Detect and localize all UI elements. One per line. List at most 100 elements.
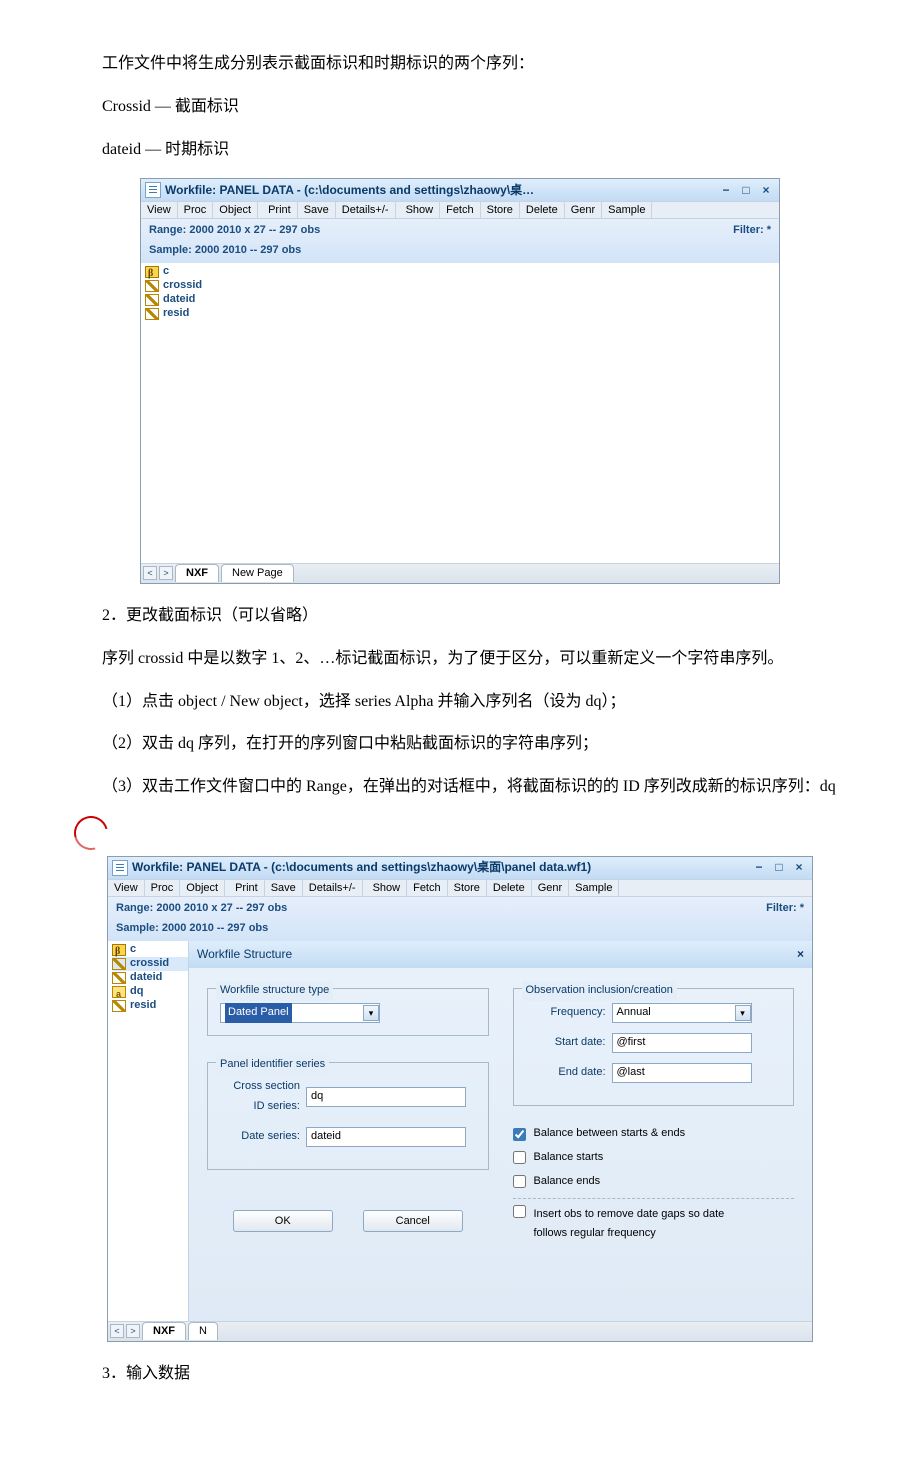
- toolbar-save[interactable]: Save: [265, 880, 303, 896]
- chevron-down-icon[interactable]: ▾: [363, 1005, 379, 1021]
- toolbar-genr[interactable]: Genr: [532, 880, 569, 896]
- workfile-toolbar: View Proc Object Print Save Details+/- S…: [141, 201, 779, 219]
- tab-active[interactable]: NXF: [175, 564, 219, 582]
- paragraph: 工作文件中将生成分别表示截面标识和时期标识的两个序列：: [70, 50, 850, 79]
- minimize-button[interactable]: −: [750, 860, 768, 876]
- toolbar-delete[interactable]: Delete: [520, 202, 565, 218]
- tab-prev[interactable]: <: [110, 1324, 124, 1338]
- checkbox-balance-starts[interactable]: Balance starts: [513, 1148, 795, 1168]
- tab-new-page[interactable]: New Page: [221, 564, 294, 582]
- toolbar-genr[interactable]: Genr: [565, 202, 602, 218]
- toolbar-details[interactable]: Details+/-: [303, 880, 363, 896]
- checkbox-icon[interactable]: [513, 1151, 526, 1164]
- window-title: Workfile: PANEL DATA - (c:\documents and…: [132, 857, 591, 879]
- group-observation: Observation inclusion/creation Frequency…: [513, 988, 795, 1106]
- filter-text: Filter: *: [733, 221, 771, 261]
- toolbar-proc[interactable]: Proc: [145, 880, 181, 896]
- toolbar-print[interactable]: Print: [262, 202, 298, 218]
- sample-text: Sample: 2000 2010 -- 297 obs: [149, 241, 320, 261]
- series-icon: [112, 972, 126, 984]
- paragraph: （1）点击 object / New object，选择 series Alph…: [70, 688, 850, 717]
- combo-structure-type[interactable]: Dated Panel ▾: [220, 1003, 380, 1023]
- checkbox-icon[interactable]: [513, 1128, 526, 1141]
- checkbox-balance-ends[interactable]: Balance ends: [513, 1172, 795, 1192]
- paragraph: dateid — 时期标识: [70, 136, 850, 165]
- range-bar[interactable]: Range: 2000 2010 x 27 -- 297 obs Sample:…: [141, 219, 779, 263]
- paragraph: （2）双击 dq 序列，在打开的序列窗口中粘贴截面标识的字符串序列；: [70, 730, 850, 759]
- paragraph: 3．输入数据: [70, 1360, 850, 1389]
- paragraph: （3）双击工作文件窗口中的 Range，在弹出的对话框中，将截面标识的的 ID …: [70, 773, 850, 802]
- date-series-input[interactable]: dateid: [306, 1127, 466, 1147]
- workfile-window-2: Workfile: PANEL DATA - (c:\documents and…: [107, 856, 813, 1342]
- start-date-input[interactable]: @first: [612, 1033, 752, 1053]
- toolbar-sample[interactable]: Sample: [569, 880, 619, 896]
- checkbox-icon[interactable]: [513, 1175, 526, 1188]
- maximize-button[interactable]: □: [737, 182, 755, 198]
- toolbar-object[interactable]: Object: [213, 202, 258, 218]
- window-titlebar: Workfile: PANEL DATA - (c:\documents and…: [108, 857, 812, 879]
- paragraph: 序列 crossid 中是以数字 1、2、…标记截面标识，为了便于区分，可以重新…: [70, 645, 850, 674]
- cancel-button[interactable]: Cancel: [363, 1210, 463, 1232]
- object-crossid[interactable]: crossid: [145, 279, 775, 293]
- close-button[interactable]: ×: [757, 182, 775, 198]
- combo-value: Dated Panel: [225, 1003, 292, 1023]
- tab-prev[interactable]: <: [143, 566, 157, 580]
- range-text: Range: 2000 2010 x 27 -- 297 obs: [149, 221, 320, 241]
- toolbar-object[interactable]: Object: [180, 880, 225, 896]
- checkbox-insert-obs[interactable]: Insert obs to remove date gaps so date f…: [513, 1205, 795, 1245]
- group-legend: Observation inclusion/creation: [522, 981, 677, 1001]
- chevron-down-icon[interactable]: ▾: [735, 1005, 751, 1021]
- window-titlebar: Workfile: PANEL DATA - (c:\documents and…: [141, 179, 779, 201]
- toolbar-show[interactable]: Show: [367, 880, 408, 896]
- end-date-input[interactable]: @last: [612, 1063, 752, 1083]
- combo-frequency[interactable]: Annual ▾: [612, 1003, 752, 1023]
- checkbox-label: Balance starts: [534, 1148, 604, 1168]
- toolbar-fetch[interactable]: Fetch: [407, 880, 448, 896]
- tab-strip: < > NXF New Page: [141, 563, 779, 583]
- sample-text: Sample: 2000 2010 -- 297 obs: [116, 919, 287, 939]
- range-bar[interactable]: Range: 2000 2010 x 27 -- 297 obs Sample:…: [108, 897, 812, 941]
- checkbox-balance-between[interactable]: Balance between starts & ends: [513, 1124, 795, 1144]
- toolbar-view[interactable]: View: [108, 880, 145, 896]
- divider: [513, 1198, 795, 1199]
- object-c[interactable]: c: [145, 265, 775, 279]
- series-icon: [145, 294, 159, 306]
- tab-active[interactable]: NXF: [142, 1322, 186, 1340]
- maximize-button[interactable]: □: [770, 860, 788, 876]
- toolbar-sample[interactable]: Sample: [602, 202, 652, 218]
- group-legend: Workfile structure type: [216, 981, 333, 1001]
- checkbox-label: Balance ends: [534, 1172, 601, 1192]
- toolbar-store[interactable]: Store: [481, 202, 520, 218]
- toolbar-details[interactable]: Details+/-: [336, 202, 396, 218]
- toolbar-store[interactable]: Store: [448, 880, 487, 896]
- frequency-label: Frequency:: [526, 1003, 606, 1023]
- window-title: Workfile: PANEL DATA - (c:\documents and…: [165, 180, 534, 202]
- cross-section-input[interactable]: dq: [306, 1087, 466, 1107]
- ok-button[interactable]: OK: [233, 1210, 333, 1232]
- cross-section-label: Cross section ID series:: [220, 1077, 300, 1117]
- toolbar-delete[interactable]: Delete: [487, 880, 532, 896]
- toolbar-view[interactable]: View: [141, 202, 178, 218]
- series-icon: [112, 1000, 126, 1012]
- tab-new-page[interactable]: N: [188, 1322, 218, 1340]
- object-dateid[interactable]: dateid: [145, 293, 775, 307]
- toolbar-print[interactable]: Print: [229, 880, 265, 896]
- object-resid[interactable]: resid: [145, 307, 775, 321]
- toolbar-save[interactable]: Save: [298, 202, 336, 218]
- checkbox-icon[interactable]: [513, 1205, 526, 1218]
- series-icon: [145, 280, 159, 292]
- paragraph: Crossid — 截面标识: [70, 93, 850, 122]
- toolbar-proc[interactable]: Proc: [178, 202, 214, 218]
- dialog-close[interactable]: ×: [797, 944, 804, 966]
- toolbar-fetch[interactable]: Fetch: [440, 202, 481, 218]
- close-button[interactable]: ×: [790, 860, 808, 876]
- alpha-series-icon: [112, 986, 126, 998]
- checkbox-label: Balance between starts & ends: [534, 1124, 686, 1144]
- tab-next[interactable]: >: [159, 566, 173, 580]
- toolbar-show[interactable]: Show: [400, 202, 441, 218]
- end-date-label: End date:: [526, 1063, 606, 1083]
- object-label: resid: [130, 996, 156, 1016]
- minimize-button[interactable]: −: [717, 182, 735, 198]
- object-list: c crossid dateid dq resid Workfile Struc…: [108, 941, 812, 1321]
- tab-next[interactable]: >: [126, 1324, 140, 1338]
